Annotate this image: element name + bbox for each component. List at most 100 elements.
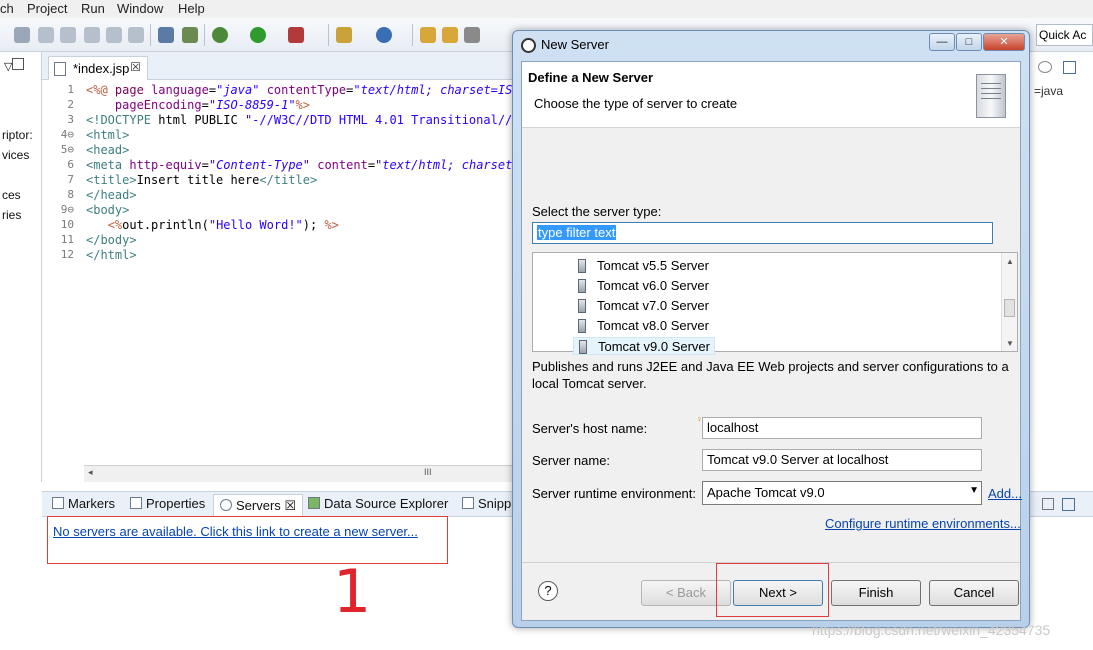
server-type-label: Tomcat v5.5 Server [597, 258, 709, 273]
cancel-button[interactable]: Cancel [929, 580, 1019, 606]
code-line[interactable]: <head> [86, 143, 129, 157]
menu-help[interactable]: Help [178, 1, 205, 16]
horizontal-scrollbar[interactable]: ◂ III [84, 465, 514, 482]
tab-index-jsp[interactable]: *index.jsp ☒ [48, 56, 148, 80]
step-return-icon[interactable] [128, 27, 144, 43]
server-type-item[interactable]: Tomcat v8.0 Server [573, 317, 713, 335]
dialog-title: New Server [541, 37, 609, 52]
banner-subtitle: Choose the type of server to create [534, 96, 738, 111]
quick-access-input[interactable]: Quick Ac [1036, 24, 1093, 46]
step-into-icon[interactable] [84, 27, 100, 43]
disconnect-icon[interactable] [60, 27, 76, 43]
create-server-link[interactable]: No servers are available. Click this lin… [53, 524, 418, 539]
filter-input[interactable]: type filter text [532, 222, 993, 244]
code-line[interactable]: <meta http-equiv="Content-Type" content=… [86, 158, 514, 172]
tab-data-source-explorer[interactable]: Data Source Explorer [308, 496, 448, 511]
code-editor[interactable]: 1 2 3 4⊖ 5⊖ 6 7 8 9⊖ 10 11 12 <%@ page language="ja… [42, 80, 514, 465]
server-type-list[interactable]: Tomcat v5.5 Server Tomcat v6.0 Server Tomc… [532, 252, 1018, 355]
outline-pane: =java [1030, 52, 1093, 491]
server-type-item[interactable]: Tomcat v7.0 Server [573, 297, 713, 315]
external-tools-icon[interactable] [288, 27, 304, 43]
menu-search[interactable]: ch [0, 1, 14, 16]
tab-properties[interactable]: Properties [130, 496, 205, 511]
open-type-icon[interactable] [442, 27, 458, 43]
code-line[interactable]: <%out.println("Hello Word!"); %> [86, 218, 339, 232]
properties-icon [130, 497, 142, 509]
search-icon[interactable] [464, 27, 480, 43]
menu-bar: ch Project Run Window Help [0, 0, 1093, 18]
close-button[interactable]: ✕ [983, 33, 1025, 51]
markers-icon [52, 497, 64, 509]
highlight-box-next [716, 563, 829, 617]
explorer-item[interactable]: ries [2, 208, 21, 222]
database-icon [308, 497, 320, 509]
explorer-item[interactable]: vices [2, 148, 29, 162]
menu-project[interactable]: Project [27, 1, 67, 16]
open-folder-icon[interactable] [420, 27, 436, 43]
list-scrollbar[interactable]: ▲ ▼ [1001, 253, 1017, 351]
minimize-icon[interactable] [1042, 498, 1054, 510]
menu-run[interactable]: Run [81, 1, 105, 16]
add-runtime-link[interactable]: Add... [988, 486, 1022, 501]
code-line[interactable]: <body> [86, 203, 129, 217]
code-line[interactable]: </html> [86, 248, 137, 262]
configure-runtime-link[interactable]: Configure runtime environments... [825, 516, 1021, 531]
code-line[interactable]: <%@ page language="java" contentType="te… [86, 83, 514, 97]
server-icon [579, 340, 587, 354]
server-type-item[interactable]: Tomcat v5.5 Server [573, 257, 713, 275]
server-name-input[interactable]: Tomcat v9.0 Server at localhost [702, 449, 982, 471]
servers-icon [220, 499, 232, 511]
toggle-icon[interactable] [158, 27, 174, 43]
explorer-item[interactable]: riptor: [2, 128, 33, 142]
code-line[interactable]: </head> [86, 188, 137, 202]
host-name-input[interactable]: localhost [702, 417, 982, 439]
server-type-item[interactable]: Tomcat v9.0 Server [573, 337, 715, 355]
finish-button[interactable]: Finish [831, 580, 921, 606]
minimize-icon[interactable] [12, 58, 24, 70]
line-number: 11 [60, 233, 74, 246]
maximize-button[interactable]: □ [956, 33, 982, 51]
scroll-left-icon[interactable]: ◂ [88, 467, 93, 478]
new-class-icon[interactable] [376, 27, 392, 43]
stop-icon[interactable] [38, 27, 54, 43]
close-icon[interactable]: ☒ [284, 498, 296, 513]
scroll-grip[interactable]: III [424, 467, 432, 477]
tab-snippets[interactable]: Snipp [462, 496, 511, 511]
server-type-label: Tomcat v8.0 Server [597, 318, 709, 333]
server-icon [578, 279, 586, 293]
scroll-thumb[interactable] [1004, 299, 1015, 317]
server-description: Publishes and runs J2EE and Java EE Web … [532, 359, 1009, 391]
perspective-icon[interactable] [1038, 61, 1052, 73]
code-line[interactable]: </body> [86, 233, 137, 247]
code-line[interactable]: <title>Insert title here</title> [86, 173, 317, 187]
close-icon[interactable]: ☒ [130, 60, 141, 74]
server-type-label: Tomcat v7.0 Server [597, 298, 709, 313]
code-line[interactable]: <html> [86, 128, 129, 142]
new-server-dialog: New Server — □ ✕ Define a New Server Cho… [512, 30, 1030, 628]
runtime-select[interactable]: Apache Tomcat v9.0 ▼ [702, 481, 982, 505]
run-icon[interactable] [250, 27, 266, 43]
new-project-icon[interactable] [336, 27, 352, 43]
file-icon [54, 62, 66, 76]
menu-window[interactable]: Window [117, 1, 163, 16]
code-line[interactable]: <!DOCTYPE html PUBLIC "-//W3C//DTD HTML … [86, 113, 514, 127]
dialog-banner: Define a New Server Choose the type of s… [522, 62, 1020, 128]
maximize-icon[interactable] [1062, 498, 1075, 511]
help-icon[interactable]: ? [538, 581, 558, 601]
restore-icon[interactable] [1063, 61, 1076, 74]
line-number: 12 [60, 248, 74, 261]
server-type-item[interactable]: Tomcat v6.0 Server [573, 277, 713, 295]
pause-icon[interactable] [14, 27, 30, 43]
chevron-down-icon: ▼ [969, 485, 979, 496]
minimize-button[interactable]: — [929, 33, 955, 51]
host-label: Server's host name: [532, 421, 648, 436]
java-icon[interactable] [182, 27, 198, 43]
tab-servers[interactable]: Servers ☒ [213, 494, 304, 518]
code-line[interactable]: pageEncoding="ISO-8859-1"%> [86, 98, 310, 112]
explorer-item[interactable]: ces [2, 188, 21, 202]
step-over-icon[interactable] [106, 27, 122, 43]
tab-markers[interactable]: Markers [52, 496, 115, 511]
scroll-down-icon[interactable]: ▼ [1006, 339, 1014, 348]
scroll-up-icon[interactable]: ▲ [1006, 257, 1014, 266]
debug-icon[interactable] [212, 27, 228, 43]
